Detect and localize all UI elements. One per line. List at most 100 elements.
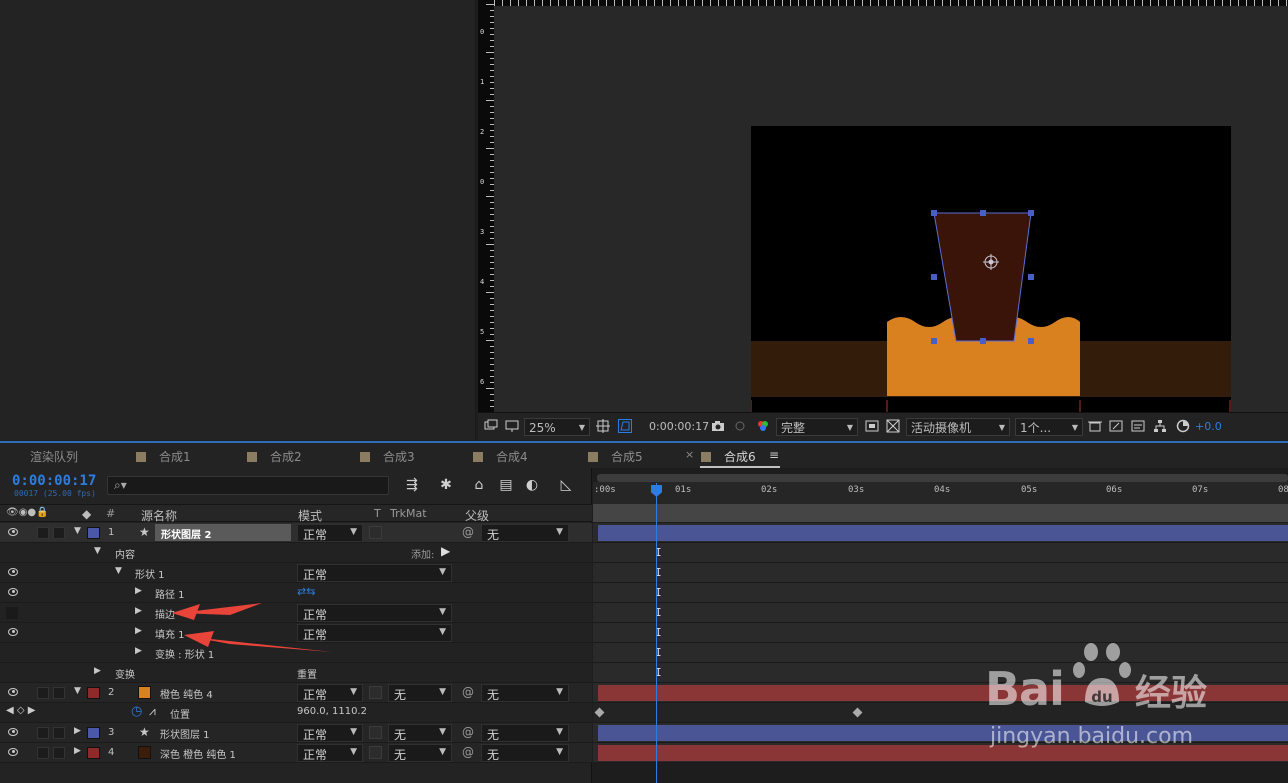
layer-search-input[interactable]: ⌕▾: [107, 476, 389, 495]
solo-toggle[interactable]: [37, 687, 49, 699]
parent-pickwhip-icon[interactable]: @: [462, 685, 474, 699]
collapse-arrow-icon[interactable]: ▶: [74, 726, 81, 736]
keyframe-icon[interactable]: [594, 707, 605, 718]
blend-mode-select[interactable]: 正常 ▼: [297, 684, 363, 702]
graph-editor-icon[interactable]: ◺: [557, 476, 575, 494]
composition-mini-flowchart-icon[interactable]: ⇶: [403, 476, 421, 494]
preserve-transparency-toggle[interactable]: [369, 746, 382, 759]
stopwatch-icon[interactable]: ◷: [131, 704, 142, 719]
parent-pickwhip-icon[interactable]: @: [462, 525, 474, 539]
transform-row[interactable]: ▶ 变换 重置: [0, 663, 592, 683]
expand-arrow-icon[interactable]: ▼: [74, 526, 81, 536]
parent-select[interactable]: 无 ▼: [481, 524, 569, 542]
preserve-transparency-toggle[interactable]: [369, 526, 382, 539]
show-snapshot-icon[interactable]: [733, 419, 747, 433]
column-mode[interactable]: 模式: [298, 507, 322, 524]
frame-blending-icon[interactable]: ▤: [497, 476, 515, 494]
transparency-grid-icon[interactable]: [886, 419, 900, 433]
layer-1-duration-bar[interactable]: [598, 525, 1288, 541]
layer-name-field[interactable]: 形状图层 2: [155, 524, 291, 541]
collapse-arrow-icon[interactable]: ▶: [135, 586, 142, 596]
layer-row-2[interactable]: ▼ 2 橙色 纯色 4 正常 ▼ 无 ▼ @ 无 ▼: [0, 683, 592, 703]
collapse-arrow-icon[interactable]: ▶: [74, 746, 81, 756]
hidden-eye-slot[interactable]: [6, 607, 18, 619]
tab-comp-1[interactable]: 合成1: [136, 448, 191, 465]
mask-visibility-icon[interactable]: [618, 419, 632, 433]
shape-group-row[interactable]: ▼ 形状 1 正常 ▼: [0, 563, 592, 583]
current-time-indicator-line[interactable]: [656, 483, 657, 783]
column-source-name[interactable]: 源名称: [141, 507, 177, 524]
graph-icon[interactable]: ⩘: [149, 704, 156, 719]
lock-toggle[interactable]: [53, 687, 65, 699]
keyframe-navigator-icon[interactable]: ◀ ◇ ▶: [6, 705, 35, 716]
trkmat-select[interactable]: 无 ▼: [388, 684, 452, 702]
draft-3d-icon[interactable]: ✱: [437, 476, 455, 494]
layer-name[interactable]: 橙色 纯色 4: [160, 686, 213, 701]
collapse-arrow-icon[interactable]: ▶: [135, 606, 142, 616]
collapse-arrow-icon[interactable]: ▶: [94, 666, 101, 676]
viewer-timecode[interactable]: 0:00:00:17: [649, 418, 709, 436]
tab-comp-4[interactable]: 合成4: [473, 448, 528, 465]
visibility-eye-icon[interactable]: [8, 588, 18, 596]
contents-row[interactable]: ▼ 内容 添加: ▶: [0, 543, 592, 563]
visibility-eye-icon[interactable]: [8, 748, 18, 756]
visibility-eye-icon[interactable]: [8, 728, 18, 736]
label-color-swatch[interactable]: [87, 687, 100, 699]
layer-name[interactable]: 形状图层 1: [160, 726, 210, 741]
trkmat-select[interactable]: 无 ▼: [388, 744, 452, 762]
blend-mode-select[interactable]: 正常 ▼: [297, 524, 363, 542]
blend-mode-select[interactable]: 正常 ▼: [297, 744, 363, 762]
layer-row-1[interactable]: ▼ 1 ★ 形状图层 2 正常 ▼ @ 无 ▼: [0, 523, 592, 543]
resolution-select[interactable]: 完整 ▼: [776, 418, 858, 436]
region-of-interest-icon[interactable]: [865, 419, 879, 433]
expand-arrow-icon[interactable]: ▼: [74, 686, 81, 696]
expand-arrow-icon[interactable]: ▼: [115, 566, 122, 576]
tab-comp-6[interactable]: 合成6: [701, 448, 756, 465]
shape-blend-mode-select[interactable]: 正常 ▼: [297, 564, 452, 582]
solo-toggle[interactable]: [37, 727, 49, 739]
tab-comp-5[interactable]: 合成5: [588, 448, 643, 465]
label-column-icon[interactable]: ◆: [82, 507, 91, 521]
lock-toggle[interactable]: [53, 747, 65, 759]
position-row[interactable]: ◀ ◇ ▶ ◷ ⩘ 位置 960.0, 1110.2: [0, 703, 592, 723]
toggle-pixel-aspect-icon[interactable]: [1088, 419, 1102, 433]
collapse-arrow-icon[interactable]: ▶: [135, 626, 142, 636]
grid-guide-icon[interactable]: [596, 419, 610, 433]
trkmat-select[interactable]: 无 ▼: [388, 724, 452, 742]
label-color-swatch[interactable]: [87, 727, 100, 739]
current-time-display[interactable]: 0:00:00:17: [12, 473, 96, 489]
layer-name[interactable]: 深色 橙色 纯色 1: [160, 746, 236, 761]
time-ruler[interactable]: :00s 01s 02s 03s 04s 05s 06s 07s 08: [593, 482, 1288, 504]
solo-toggle[interactable]: [37, 747, 49, 759]
motion-blur-icon[interactable]: ◐: [523, 476, 541, 494]
lock-toggle[interactable]: [53, 727, 65, 739]
lock-toggle[interactable]: [53, 527, 65, 539]
time-navigator-bar[interactable]: [597, 474, 1288, 482]
parent-pickwhip-icon[interactable]: @: [462, 745, 474, 759]
visibility-eye-icon[interactable]: [8, 568, 18, 576]
reset-link[interactable]: 重置: [297, 666, 317, 681]
parent-select[interactable]: 无 ▼: [481, 684, 569, 702]
collapse-arrow-icon[interactable]: ▶: [135, 646, 142, 656]
label-color-swatch[interactable]: [87, 527, 100, 539]
flowchart-icon[interactable]: [1153, 419, 1167, 433]
always-preview-icon[interactable]: [484, 419, 498, 433]
keyframe-icon[interactable]: [852, 707, 863, 718]
visibility-eye-icon[interactable]: [8, 628, 18, 636]
reset-exposure-icon[interactable]: [1176, 419, 1190, 433]
magnification-select[interactable]: 25% ▼: [524, 418, 590, 436]
column-trkmat[interactable]: TrkMat: [390, 507, 427, 520]
color-channels-icon[interactable]: [756, 419, 770, 433]
tab-close-icon[interactable]: ×: [685, 448, 694, 461]
tab-comp-2[interactable]: 合成2: [247, 448, 302, 465]
blend-mode-select[interactable]: 正常 ▼: [297, 724, 363, 742]
monitor-icon[interactable]: [505, 419, 519, 433]
preserve-transparency-toggle[interactable]: [369, 686, 382, 699]
visibility-eye-icon[interactable]: [8, 528, 18, 536]
expand-arrow-icon[interactable]: ▼: [94, 546, 101, 556]
label-color-swatch[interactable]: [87, 747, 100, 759]
view-layout-select[interactable]: 1个... ▼: [1015, 418, 1083, 436]
camera-view-select[interactable]: 活动摄像机 ▼: [906, 418, 1010, 436]
tab-menu-icon[interactable]: ≡: [769, 448, 779, 462]
parent-select[interactable]: 无 ▼: [481, 724, 569, 742]
